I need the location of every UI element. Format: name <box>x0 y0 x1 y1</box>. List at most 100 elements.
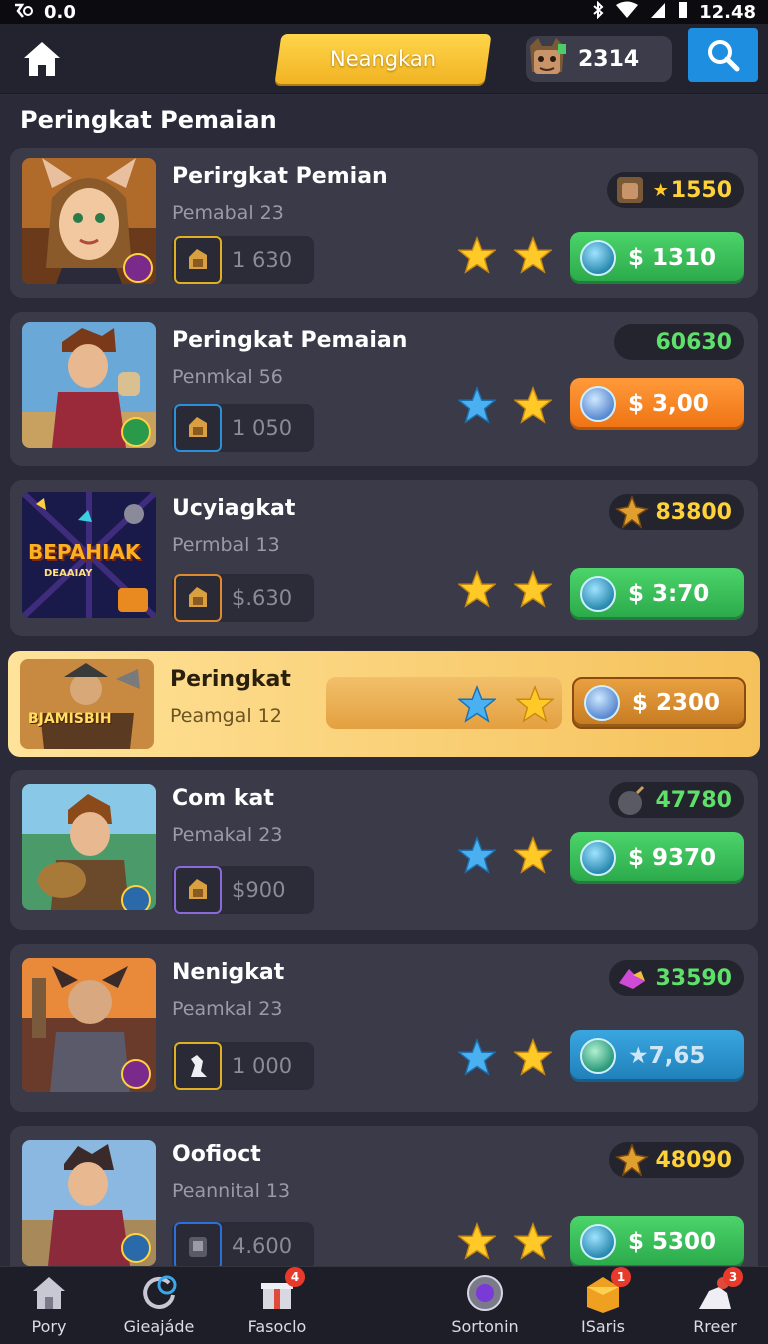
player-subtitle: Permbal 13 <box>172 534 280 556</box>
nav-item-gieajade[interactable]: Gieajáde <box>104 1273 214 1336</box>
nav-item-rreer[interactable]: 3 Rreer <box>660 1267 768 1336</box>
house-icon <box>29 1273 69 1313</box>
buy-button[interactable]: $ 1310 <box>570 232 744 284</box>
score-value: 60630 <box>655 329 732 355</box>
battery-icon <box>677 1 689 24</box>
wifi-icon <box>615 1 639 24</box>
tab-neangkan[interactable]: Neangkan <box>274 34 492 84</box>
item-icon <box>174 1042 222 1090</box>
nav-item-fasoclo[interactable]: 4 Fasoclo <box>222 1267 332 1336</box>
player-name: Oofioct <box>172 1142 261 1167</box>
player-subtitle: Penmkal 56 <box>172 366 283 388</box>
score-value: 83800 <box>655 499 732 525</box>
list-item[interactable]: Peringkat Pemaian Penmkal 56 1 050 60630… <box>10 312 758 466</box>
item-value: $900 <box>232 878 286 902</box>
list-item[interactable]: Oofioct Peannital 13 4.600 48090 $ 5300 <box>10 1126 758 1286</box>
nav-item-pory[interactable]: Pory <box>0 1273 104 1336</box>
orb-icon <box>465 1273 505 1313</box>
item-slot[interactable]: 4.600 <box>172 1222 314 1270</box>
gem-orb-icon <box>580 386 616 422</box>
player-subtitle: Peamkal 23 <box>172 998 283 1020</box>
item-value: 1 050 <box>232 416 293 440</box>
buy-button[interactable]: $ 3:70 <box>570 568 744 620</box>
star-icon <box>458 1222 496 1260</box>
score-value: 33590 <box>655 965 732 991</box>
score-badge: 83800 <box>609 494 744 530</box>
player-subtitle: Peannital 13 <box>172 1180 291 1202</box>
item-icon <box>174 574 222 622</box>
nav-label: Sortonin <box>451 1317 519 1336</box>
buy-button[interactable]: $ 5300 <box>570 1216 744 1268</box>
price-label: $ 2300 <box>632 690 721 716</box>
gem-orb-icon <box>580 1224 616 1260</box>
price-label: $ 9370 <box>628 845 717 871</box>
refresh-icon <box>139 1273 179 1313</box>
home-icon <box>24 42 60 76</box>
player-avatar <box>22 158 156 284</box>
top-bar: Neangkan 2314 <box>0 24 768 94</box>
player-subtitle: Pemakal 23 <box>172 824 283 846</box>
score-badge: 33590 <box>609 960 744 996</box>
price-label: $ 3,00 <box>628 391 709 417</box>
star-icon <box>458 836 496 874</box>
player-avatar <box>22 784 156 910</box>
buy-button[interactable]: $ 3,00 <box>570 378 744 430</box>
star-icon <box>514 386 552 424</box>
item-value: 1 630 <box>232 248 293 272</box>
player-avatar <box>22 1140 156 1266</box>
gem-orb-icon <box>584 685 620 721</box>
list-item[interactable]: Perirgkat Pemian Pemabal 23 1 630 ★ 1550… <box>10 148 758 298</box>
list-item[interactable]: BEPAHIAK DEAAIAY Ucyiagkat Permbal 13 $.… <box>10 480 758 636</box>
item-icon <box>174 236 222 284</box>
item-slot[interactable]: 1 050 <box>172 404 314 452</box>
item-value: $.630 <box>232 586 293 610</box>
player-name: Ucyiagkat <box>172 496 296 521</box>
profile-icon: 3 <box>695 1267 743 1313</box>
home-button[interactable] <box>18 36 66 82</box>
star-icon <box>514 1038 552 1076</box>
nav-item-isaris[interactable]: 1 ISaris <box>548 1267 658 1336</box>
star-icon <box>514 570 552 608</box>
star-icon <box>458 685 496 723</box>
price-label: $ 1310 <box>628 245 717 271</box>
gem-orb-icon <box>580 840 616 876</box>
currency-display[interactable]: 2314 <box>526 36 672 82</box>
bomb-icon <box>618 785 645 815</box>
player-subtitle: Peamgal 12 <box>170 705 282 727</box>
item-value: 4.600 <box>232 1234 293 1258</box>
price-label: $ 5300 <box>628 1229 717 1255</box>
item-slot[interactable]: $900 <box>172 866 314 914</box>
buy-button[interactable]: $ 2300 <box>572 677 746 729</box>
nav-item-sortonin[interactable]: Sortonin <box>430 1273 540 1336</box>
player-name: Com kat <box>172 786 274 811</box>
score-badge: 60630 <box>614 324 744 360</box>
nav-label: Rreer <box>693 1317 737 1336</box>
player-avatar <box>22 958 156 1092</box>
nav-label: ISaris <box>580 1317 626 1336</box>
star-icon <box>514 236 552 274</box>
buy-button[interactable]: ★7,65 <box>570 1030 744 1082</box>
list-item[interactable]: Nenigkat Peamkal 23 1 000 33590 ★7,65 <box>10 944 758 1112</box>
game-cover-subtitle: DEAAIAY <box>44 568 93 579</box>
list-item[interactable]: Com kat Pemakal 23 $900 47780 $ 9370 <box>10 770 758 930</box>
character-token-icon <box>616 177 643 203</box>
status-left-text: 0.0 <box>44 1 76 23</box>
list-item-selected[interactable]: BJAMISBIH Peringkat Peamgal 12 $ 2300 <box>8 651 760 757</box>
item-slot[interactable]: 1 630 <box>172 236 314 284</box>
nav-label: Pory <box>31 1317 67 1336</box>
star-icon <box>514 836 552 874</box>
search-button[interactable] <box>688 28 758 82</box>
section-title: Peringkat Pemaian <box>20 106 277 134</box>
bottom-nav: Pory Gieajáde 4 Fasoclo Sortonin 1 ISari… <box>0 1266 768 1344</box>
bluetooth-icon <box>591 0 605 24</box>
player-name: Nenigkat <box>172 960 285 985</box>
star-icon <box>514 1222 552 1260</box>
score-value: 48090 <box>655 1147 732 1173</box>
star-icon <box>458 386 496 424</box>
star-icon <box>458 1038 496 1076</box>
buy-button[interactable]: $ 9370 <box>570 832 744 884</box>
score-badge: 47780 <box>609 782 744 818</box>
item-slot[interactable]: $.630 <box>172 574 314 622</box>
item-slot[interactable]: 1 000 <box>172 1042 314 1090</box>
price-label: ★7,65 <box>628 1043 706 1069</box>
